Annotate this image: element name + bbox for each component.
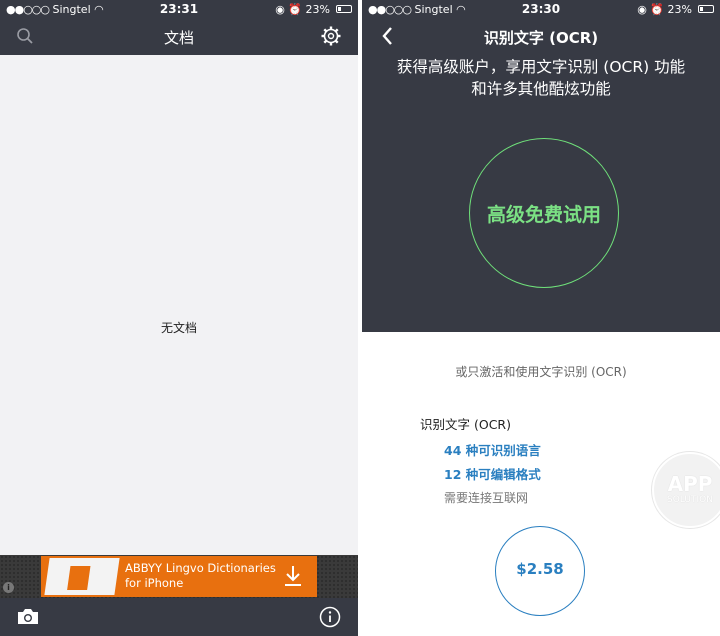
documents-screen: ●●○○○ Singtel ◠ 23:31 ◉ ⏰ 23% 文档 无文档 ABB… (0, 0, 358, 636)
empty-state-message: 无文档 (160, 321, 197, 335)
promo-line-2: 和许多其他酷炫功能 (471, 80, 611, 98)
gear-icon[interactable] (320, 25, 342, 47)
promo-text: 获得高级账户，享用文字识别 (OCR) 功能 和许多其他酷炫功能 (362, 56, 720, 100)
page-title: 文档 (163, 29, 194, 47)
purchase-section: 或只激活和使用文字识别 (OCR) 识别文字 (OCR) 44 种可识别语言 1… (362, 332, 720, 636)
ocr-purchase-screen: ●●○○○ Singtel ◠ 23:30 ◉ ⏰ 23% 识别文字 (OCR)… (362, 0, 720, 636)
ad-line-1: ABBYY Lingvo Dictionaries (125, 561, 276, 575)
ad-banner[interactable]: ABBYY Lingvo Dictionaries for iPhone (41, 556, 317, 597)
status-bar: ●●○○○ Singtel ◠ 23:30 ◉ ⏰ 23% (362, 0, 720, 18)
status-bar: ●●○○○ Singtel ◠ 23:31 ◉ ⏰ 23% (0, 0, 358, 18)
alarm-icon: ⏰ (288, 3, 303, 16)
internet-required-note: 需要连接互联网 (444, 491, 529, 505)
battery-icon (698, 5, 714, 13)
lock-rotation-icon: ◉ (275, 3, 285, 16)
feature-languages: 44 种可识别语言 (444, 443, 541, 458)
price-label: $2.58 (516, 560, 564, 578)
status-right: ◉ ⏰ 23% (637, 3, 692, 16)
feature-formats: 12 种可编辑格式 (444, 467, 541, 482)
alternative-option-text: 或只激活和使用文字识别 (OCR) (455, 365, 627, 379)
ad-line-2: for iPhone (125, 576, 184, 590)
documents-list: 无文档 (0, 55, 358, 555)
ad-thumbnail-image (44, 558, 120, 595)
camera-icon[interactable] (16, 607, 40, 626)
ad-info-icon[interactable]: i (3, 582, 14, 593)
free-trial-button[interactable]: 高级免费试用 (469, 138, 619, 288)
top-bar: ●●○○○ Singtel ◠ 23:31 ◉ ⏰ 23% 文档 (0, 0, 358, 55)
promo-section: ●●○○○ Singtel ◠ 23:30 ◉ ⏰ 23% 识别文字 (OCR)… (362, 0, 720, 332)
lock-rotation-icon: ◉ (637, 3, 647, 16)
nav-bar: 识别文字 (OCR) (362, 18, 720, 55)
watermark-line-2: SOLUTION (667, 495, 713, 505)
nav-bar: 文档 (0, 18, 358, 55)
bottom-toolbar (0, 598, 358, 636)
status-right: ◉ ⏰ 23% (275, 3, 330, 16)
promo-line-1: 获得高级账户，享用文字识别 (OCR) 功能 (396, 58, 686, 76)
battery-icon (336, 5, 352, 13)
app-solution-watermark: APP SOLUTION (652, 452, 720, 528)
ad-text: ABBYY Lingvo Dictionaries for iPhone (125, 561, 276, 591)
alarm-icon: ⏰ (650, 3, 665, 16)
info-circle-icon[interactable] (319, 606, 341, 628)
buy-price-button[interactable]: $2.58 (495, 526, 585, 616)
download-arrow-icon[interactable] (283, 564, 303, 588)
page-title: 识别文字 (OCR) (483, 29, 599, 47)
product-name: 识别文字 (OCR) (420, 417, 511, 432)
watermark-line-1: APP (667, 472, 713, 496)
free-trial-label: 高级免费试用 (486, 204, 601, 226)
battery-percent: 23% (305, 3, 330, 16)
battery-percent: 23% (667, 3, 692, 16)
